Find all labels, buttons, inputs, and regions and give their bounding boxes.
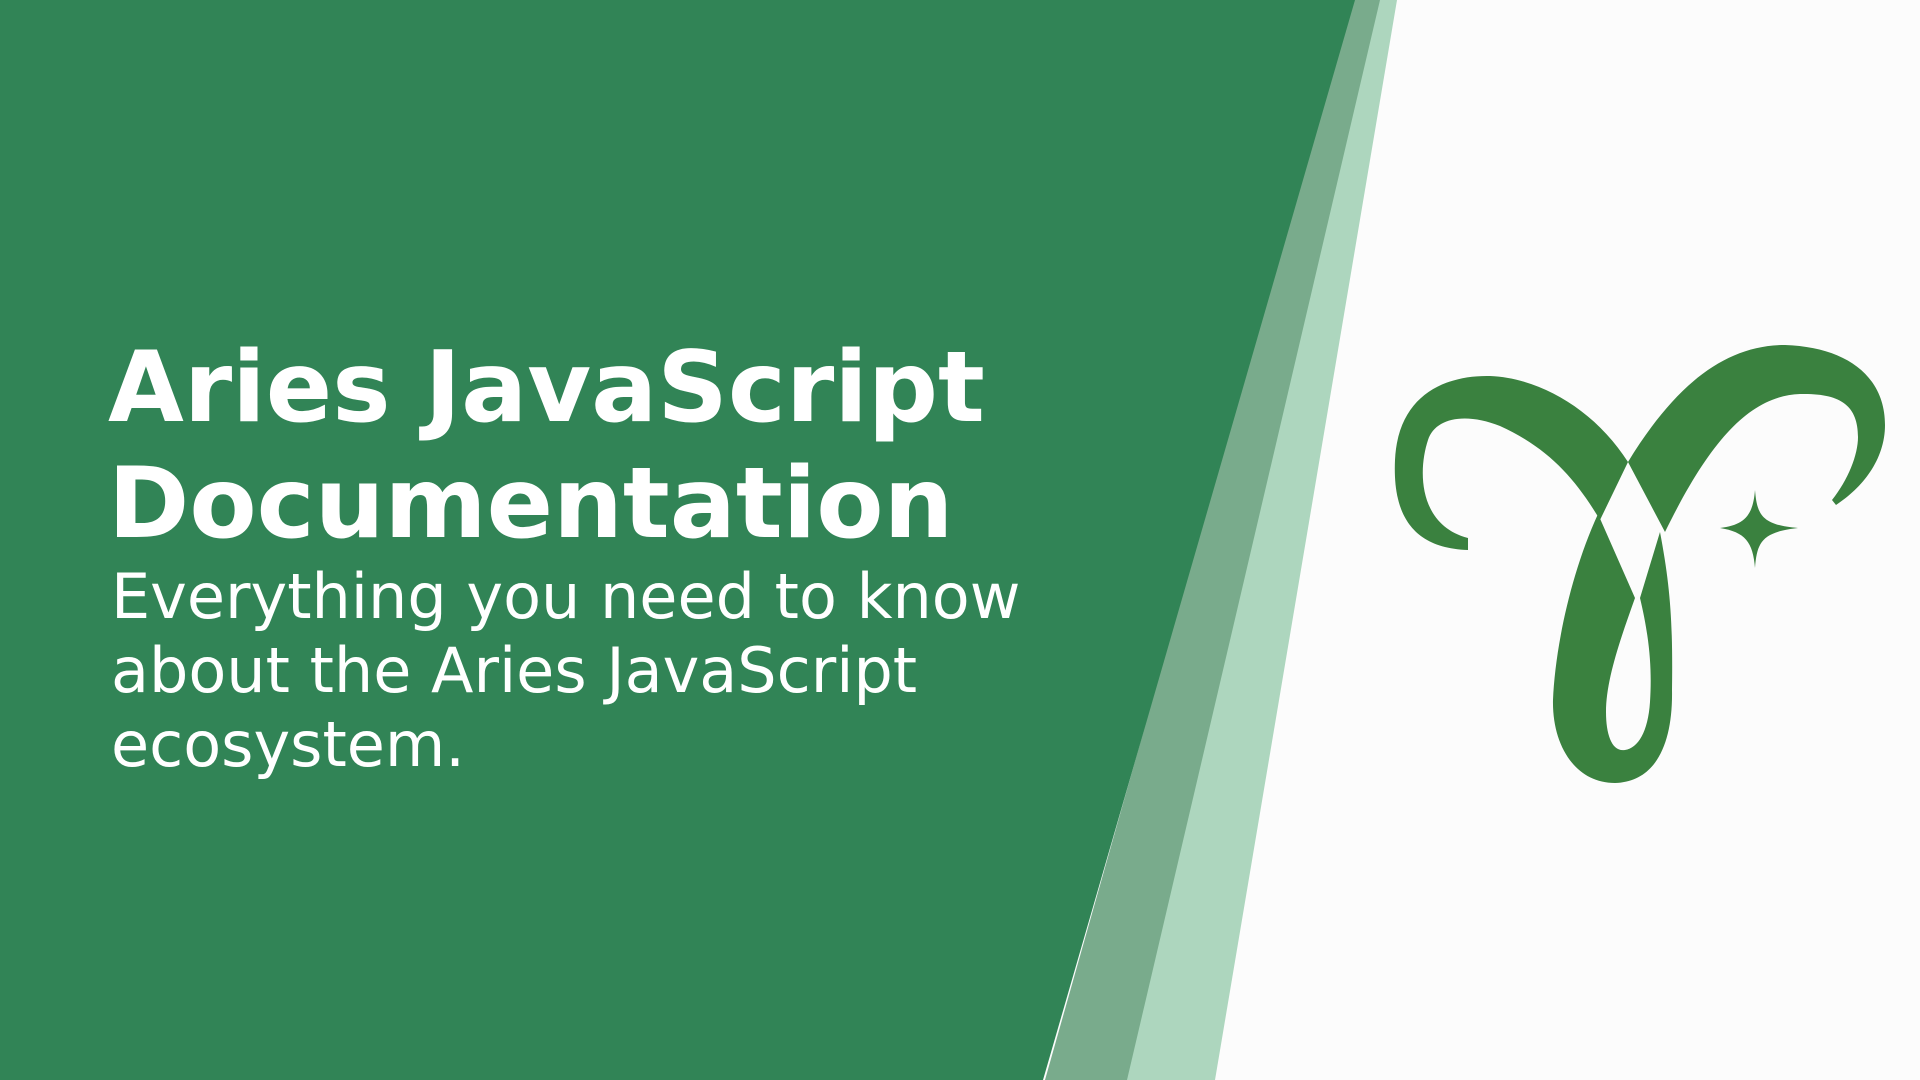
hero-banner: Aries JavaScript Documentation Everythin… xyxy=(0,0,1920,1080)
aries-ram-icon xyxy=(1394,345,1885,783)
sparkle-icon xyxy=(1720,490,1798,568)
ram-stem xyxy=(1552,514,1673,783)
page-title: Aries JavaScript Documentation xyxy=(108,331,985,561)
page-subtitle: Everything you need to know about the Ar… xyxy=(111,560,1021,781)
left-horn xyxy=(1394,375,1628,550)
